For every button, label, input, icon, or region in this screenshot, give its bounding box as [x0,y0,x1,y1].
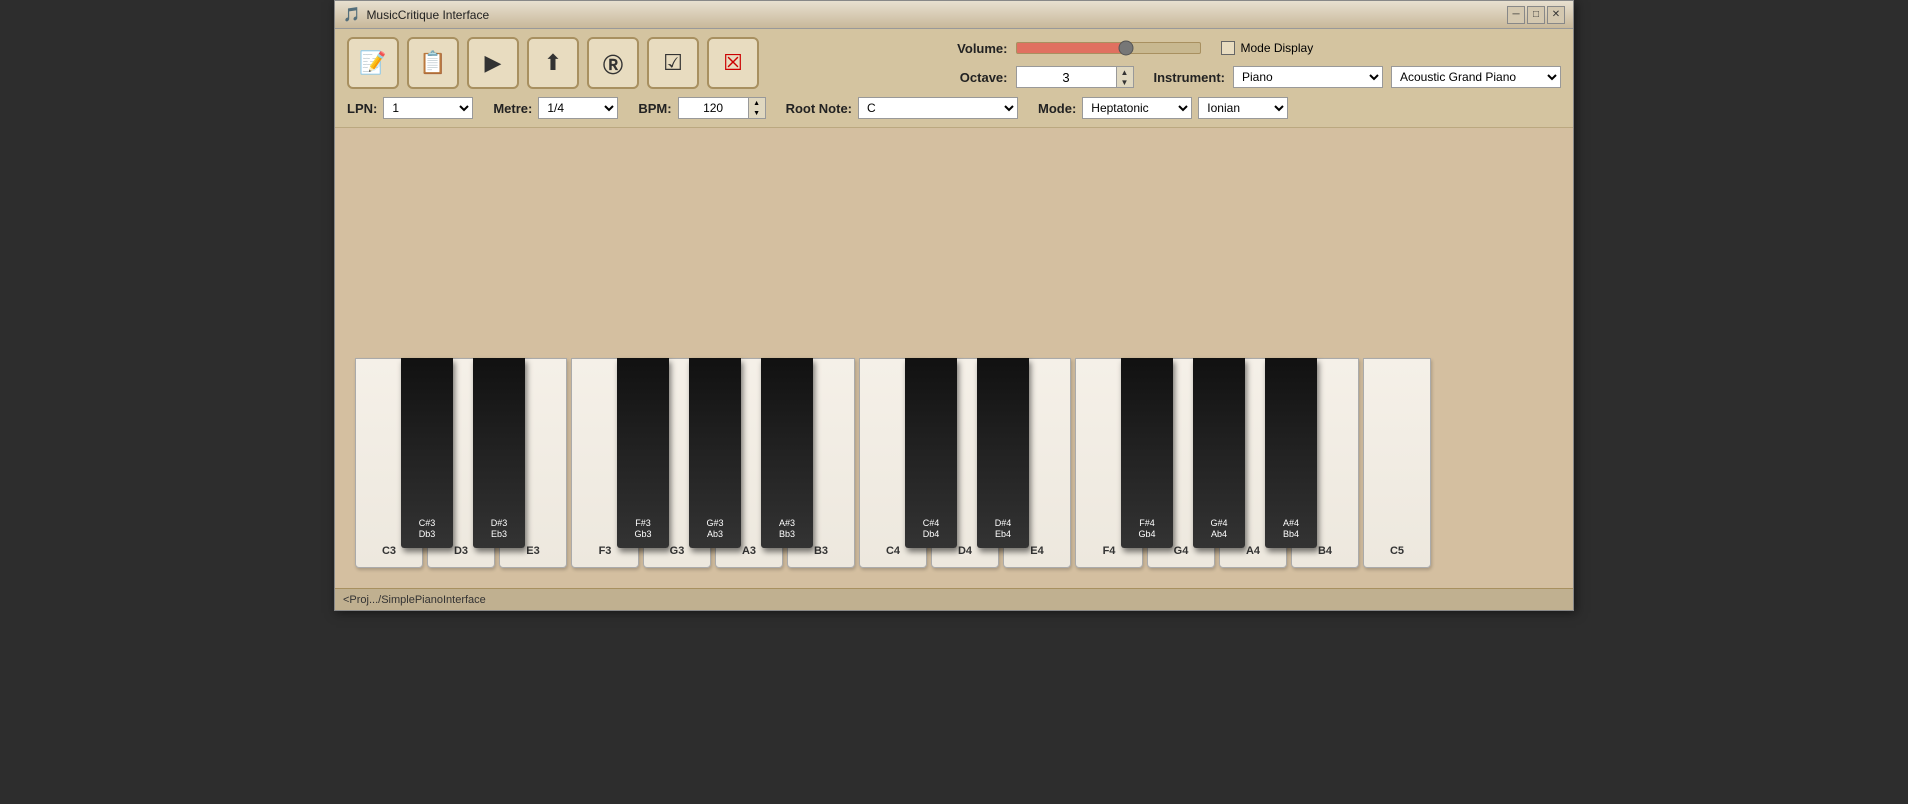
volume-row: Volume: [938,38,1201,58]
octave-input[interactable]: 3 [1016,66,1116,88]
toolbar-row1: 📝 📋 ▶ ⬆ Ⓡ ☑ ☒ [347,37,1561,89]
status-text: <Proj.../SimplePianoInterface [343,594,486,606]
lpn-label: LPN: [347,101,377,116]
window-title: MusicCritique Interface [366,8,489,22]
title-bar: 🎵 MusicCritique Interface ─ □ ✕ [335,1,1573,29]
mode-scale-select[interactable]: Ionian [1198,97,1288,119]
octave-down-button[interactable]: ▼ [1117,77,1133,87]
key-Cs4[interactable]: C#4Db4 [905,358,957,548]
octave-spin-buttons: ▲ ▼ [1116,66,1134,88]
close-button[interactable]: ✕ [1547,6,1565,24]
bpm-spinner: 120 ▲ ▼ [678,97,766,119]
play-icon: ▶ [485,50,502,76]
bpm-label: BPM: [638,101,671,116]
key-As3[interactable]: A#3Bb3 [761,358,813,548]
bpm-spin-buttons: ▲ ▼ [748,97,766,119]
confirm-icon: ☑ [663,50,683,76]
key-C5[interactable]: C5 [1363,358,1431,568]
metre-group: Metre: 1/4 [493,97,618,119]
key-Gs4[interactable]: G#4Ab4 [1193,358,1245,548]
keys-wrapper: C3 D3 E3 F3 G3 A3 B3 C4 D4 E4 F4 G4 A4 B… [355,148,1431,568]
bpm-down-button[interactable]: ▼ [749,108,765,118]
play-button[interactable]: ▶ [467,37,519,89]
upload-button[interactable]: ⬆ [527,37,579,89]
instrument-row: Instrument: Piano Acoustic Grand Piano [1154,66,1562,88]
bpm-group: BPM: 120 ▲ ▼ [638,97,765,119]
key-Ds3[interactable]: D#3Eb3 [473,358,525,548]
edit-button[interactable]: 📝 [347,37,399,89]
lpn-group: LPN: 1 [347,97,473,119]
keyboard-container: C3 D3 E3 F3 G3 A3 B3 C4 D4 E4 F4 G4 A4 B… [335,128,1573,588]
key-Fs4[interactable]: F#4Gb4 [1121,358,1173,548]
mode-display-row: Mode Display [1221,41,1314,55]
toolbar-row2: LPN: 1 Metre: 1/4 BPM: 120 ▲ ▼ [347,97,1561,119]
instrument-label: Instrument: [1154,70,1226,85]
status-bar: <Proj.../SimplePianoInterface [335,588,1573,610]
key-Fs3[interactable]: F#3Gb3 [617,358,669,548]
app-icon: 🎵 [343,6,360,23]
octave-row: Octave: 3 ▲ ▼ [938,66,1134,88]
bpm-up-button[interactable]: ▲ [749,98,765,108]
instrument-name-select[interactable]: Acoustic Grand Piano [1391,66,1561,88]
edit-icon: 📝 [359,50,386,76]
root-note-group: Root Note: C [786,97,1018,119]
main-window: 🎵 MusicCritique Interface ─ □ ✕ 📝 📋 ▶ ⬆ [334,0,1574,611]
upload-icon: ⬆ [544,50,562,76]
view-icon: 📋 [419,50,446,76]
toolbar: 📝 📋 ▶ ⬆ Ⓡ ☑ ☒ [335,29,1573,128]
title-bar-controls: ─ □ ✕ [1507,6,1565,24]
minimize-button[interactable]: ─ [1507,6,1525,24]
confirm-button[interactable]: ☑ [647,37,699,89]
view-button[interactable]: 📋 [407,37,459,89]
metre-select[interactable]: 1/4 [538,97,618,119]
mode-type-select[interactable]: Heptatonic [1082,97,1192,119]
octave-up-button[interactable]: ▲ [1117,67,1133,77]
cancel-button[interactable]: ☒ [707,37,759,89]
root-note-label: Root Note: [786,101,852,116]
volume-label: Volume: [938,41,1008,56]
octave-label: Octave: [938,70,1008,85]
octave-spinner: 3 ▲ ▼ [1016,66,1134,88]
root-note-select[interactable]: C [858,97,1018,119]
lpn-select[interactable]: 1 [383,97,473,119]
key-As4[interactable]: A#4Bb4 [1265,358,1317,548]
key-Gs3[interactable]: G#3Ab3 [689,358,741,548]
instrument-category-select[interactable]: Piano [1233,66,1383,88]
mode-label: Mode: [1038,101,1076,116]
key-Ds4[interactable]: D#4Eb4 [977,358,1029,548]
mode-group: Mode: Heptatonic Ionian [1038,97,1288,119]
record-button[interactable]: Ⓡ [587,37,639,89]
mode-display-label: Mode Display [1241,41,1314,55]
record-icon: Ⓡ [603,49,623,78]
bpm-input[interactable]: 120 [678,97,748,119]
cancel-icon: ☒ [723,50,743,76]
mode-display-checkbox[interactable] [1221,41,1235,55]
toolbar-right: Volume: Mode Display [938,38,1562,88]
restore-button[interactable]: □ [1527,6,1545,24]
metre-label: Metre: [493,101,532,116]
key-Cs3[interactable]: C#3Db3 [401,358,453,548]
title-bar-left: 🎵 MusicCritique Interface [343,6,489,23]
